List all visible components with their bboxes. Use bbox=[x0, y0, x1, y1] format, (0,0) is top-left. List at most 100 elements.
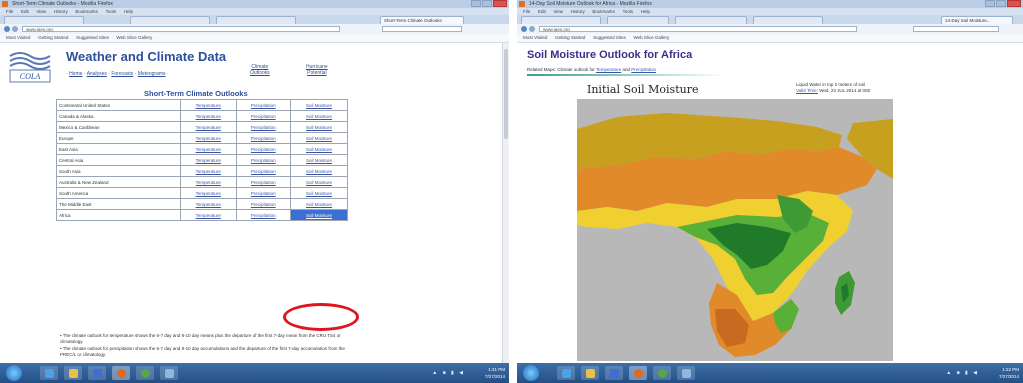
soil-moisture-link[interactable]: Soil Moisture bbox=[290, 187, 348, 199]
menu-bookmarks[interactable]: Bookmarks bbox=[592, 9, 615, 14]
chrome-icon[interactable] bbox=[136, 366, 154, 380]
media-player-icon[interactable] bbox=[605, 366, 623, 380]
browser-tab[interactable] bbox=[753, 16, 823, 24]
firefox-taskbar-icon[interactable] bbox=[112, 366, 130, 380]
menu-help[interactable]: Help bbox=[124, 9, 133, 14]
temperature-link[interactable]: Temperature bbox=[180, 132, 237, 144]
vertical-scrollbar[interactable] bbox=[502, 43, 509, 363]
precipitation-link[interactable]: Precipitation bbox=[235, 165, 292, 177]
chrome-icon[interactable] bbox=[653, 366, 671, 380]
nav-analyses-link[interactable]: Analyses bbox=[87, 71, 107, 77]
paint-icon[interactable] bbox=[160, 366, 178, 380]
forward-button[interactable] bbox=[12, 26, 18, 32]
soil-moisture-link[interactable]: Soil Moisture bbox=[290, 176, 348, 188]
temperature-link[interactable]: Temperature bbox=[180, 99, 237, 111]
precipitation-link[interactable]: Precipitation bbox=[235, 132, 292, 144]
precipitation-link[interactable]: Precipitation bbox=[235, 187, 292, 199]
menu-edit[interactable]: Edit bbox=[21, 9, 29, 14]
soil-moisture-link[interactable]: Soil Moisture bbox=[290, 154, 348, 166]
valid-time-link[interactable]: Valid Time: bbox=[796, 88, 818, 93]
address-bar[interactable]: www.iges.org bbox=[22, 26, 340, 32]
menu-history[interactable]: History bbox=[571, 9, 585, 14]
menu-edit[interactable]: Edit bbox=[538, 9, 546, 14]
temperature-link[interactable]: Temperature bbox=[180, 209, 237, 221]
menu-help[interactable]: Help bbox=[641, 9, 650, 14]
firefox-taskbar-icon[interactable] bbox=[629, 366, 647, 380]
nav-forecasts-link[interactable]: Forecasts bbox=[111, 71, 133, 77]
browser-tab[interactable] bbox=[521, 16, 601, 24]
temperature-link[interactable]: Temperature bbox=[180, 110, 237, 122]
soil-moisture-link[interactable]: Soil Moisture bbox=[290, 165, 348, 177]
back-button[interactable] bbox=[521, 26, 527, 32]
start-button[interactable] bbox=[523, 365, 539, 381]
temperature-link[interactable]: Temperature bbox=[180, 154, 237, 166]
precipitation-link[interactable]: Precipitation bbox=[235, 154, 292, 166]
nav-home-link[interactable]: Home bbox=[69, 71, 82, 77]
browser-tab[interactable] bbox=[607, 16, 669, 24]
explorer-icon[interactable] bbox=[581, 366, 599, 380]
temperature-link[interactable]: Temperature bbox=[180, 187, 237, 199]
soil-moisture-link[interactable]: Soil Moisture bbox=[290, 209, 348, 221]
menu-view[interactable]: View bbox=[553, 9, 563, 14]
precipitation-link[interactable]: Precipitation bbox=[235, 143, 292, 155]
browser-tab[interactable] bbox=[4, 16, 84, 24]
soil-moisture-link[interactable]: Soil Moisture bbox=[290, 121, 348, 133]
favorite-item[interactable]: Web Slice Gallery bbox=[634, 35, 670, 40]
minimize-button[interactable] bbox=[985, 0, 995, 7]
favorite-item[interactable]: Suggested Sites bbox=[593, 35, 626, 40]
precipitation-link[interactable]: Precipitation bbox=[235, 99, 292, 111]
forward-button[interactable] bbox=[529, 26, 535, 32]
temperature-link[interactable]: Temperature bbox=[180, 143, 237, 155]
menu-view[interactable]: View bbox=[36, 9, 46, 14]
start-button[interactable] bbox=[6, 365, 22, 381]
soil-moisture-link[interactable]: Soil Moisture bbox=[290, 99, 348, 111]
menu-history[interactable]: History bbox=[54, 9, 68, 14]
menu-file[interactable]: File bbox=[6, 9, 13, 14]
menu-file[interactable]: File bbox=[523, 9, 530, 14]
browser-tab[interactable] bbox=[216, 16, 296, 24]
precipitation-link[interactable]: Precipitation bbox=[235, 198, 292, 210]
search-box[interactable] bbox=[913, 26, 999, 32]
precipitation-link[interactable]: Precipitation bbox=[235, 209, 292, 221]
precipitation-link[interactable]: Precipitation bbox=[631, 67, 656, 72]
media-player-icon[interactable] bbox=[88, 366, 106, 380]
menu-bookmarks[interactable]: Bookmarks bbox=[75, 9, 98, 14]
menu-tools[interactable]: Tools bbox=[106, 9, 117, 14]
favorite-item[interactable]: Most Visited bbox=[6, 35, 30, 40]
precipitation-link[interactable]: Precipitation bbox=[235, 110, 292, 122]
temperature-link[interactable]: Temperature bbox=[180, 165, 237, 177]
favorite-item[interactable]: Suggested Sites bbox=[76, 35, 109, 40]
nav-meteograms-link[interactable]: Meteograms bbox=[138, 71, 166, 77]
browser-tab-active[interactable]: 14-Day Soil Moisture... bbox=[941, 16, 1013, 24]
paint-icon[interactable] bbox=[677, 366, 695, 380]
search-box[interactable] bbox=[382, 26, 462, 32]
precipitation-link[interactable]: Precipitation bbox=[235, 176, 292, 188]
browser-tab[interactable] bbox=[675, 16, 747, 24]
temperature-link[interactable]: Temperature bbox=[180, 121, 237, 133]
browser-tab[interactable] bbox=[130, 16, 210, 24]
nav-climate-outlooks-link[interactable]: Climate Outlooks bbox=[250, 64, 270, 76]
precipitation-link[interactable]: Precipitation bbox=[235, 121, 292, 133]
favorite-item[interactable]: Most Visited bbox=[523, 35, 547, 40]
soil-moisture-link[interactable]: Soil Moisture bbox=[290, 198, 348, 210]
temperature-link[interactable]: Temperature bbox=[180, 176, 237, 188]
maximize-button[interactable] bbox=[996, 0, 1006, 7]
favorite-item[interactable]: Web Slice Gallery bbox=[117, 35, 153, 40]
minimize-button[interactable] bbox=[471, 0, 481, 7]
scrollbar-thumb[interactable] bbox=[504, 49, 508, 139]
browser-tab-active[interactable]: Short-Term Climate Outlooks bbox=[380, 16, 464, 24]
nav-hurricane-potential-link[interactable]: Hurricane Potential bbox=[306, 64, 328, 76]
temperature-link[interactable]: Temperature bbox=[596, 67, 621, 72]
ie-icon[interactable] bbox=[40, 366, 58, 380]
explorer-icon[interactable] bbox=[64, 366, 82, 380]
address-bar[interactable]: www.iges.org bbox=[539, 26, 857, 32]
ie-icon[interactable] bbox=[557, 366, 575, 380]
soil-moisture-link[interactable]: Soil Moisture bbox=[290, 132, 348, 144]
back-button[interactable] bbox=[4, 26, 10, 32]
favorite-item[interactable]: Getting Started bbox=[38, 35, 68, 40]
close-button[interactable] bbox=[493, 0, 507, 7]
soil-moisture-link[interactable]: Soil Moisture bbox=[290, 110, 348, 122]
close-button[interactable] bbox=[1007, 0, 1021, 7]
maximize-button[interactable] bbox=[482, 0, 492, 7]
menu-tools[interactable]: Tools bbox=[623, 9, 634, 14]
